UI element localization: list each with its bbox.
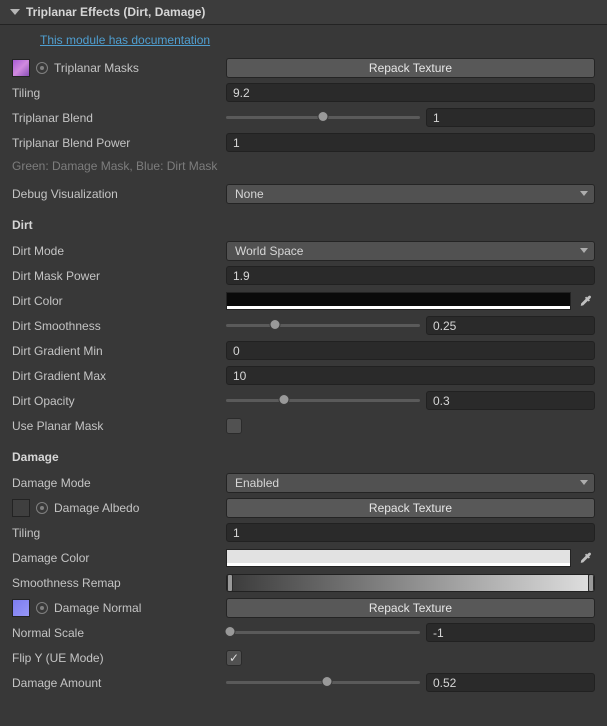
row-tiling: Tiling (12, 82, 595, 103)
dirt-smoothness-input[interactable] (426, 316, 595, 335)
row-damage-mode: Damage Mode Enabled (12, 472, 595, 493)
row-triplanar-masks: Triplanar Masks Repack Texture (12, 57, 595, 78)
row-dirt-mode: Dirt Mode World Space (12, 240, 595, 261)
smoothness-remap-label: Smoothness Remap (12, 576, 121, 590)
normal-scale-label: Normal Scale (12, 626, 84, 640)
row-damage-color: Damage Color (12, 547, 595, 568)
triplanar-blend-input[interactable] (426, 108, 595, 127)
triplanar-blend-power-label: Triplanar Blend Power (12, 136, 130, 150)
row-triplanar-blend: Triplanar Blend (12, 107, 595, 128)
use-planar-mask-label: Use Planar Mask (12, 419, 103, 433)
object-picker-icon[interactable] (36, 602, 48, 614)
tiling-label: Tiling (12, 86, 40, 100)
row-dirt-mask-power: Dirt Mask Power (12, 265, 595, 286)
dirt-mask-power-input[interactable] (226, 266, 595, 285)
row-dirt-opacity: Dirt Opacity (12, 390, 595, 411)
damage-normal-label: Damage Normal (54, 601, 141, 615)
eyedropper-icon (579, 551, 593, 565)
normal-scale-slider[interactable] (226, 623, 420, 643)
dirt-mask-power-label: Dirt Mask Power (12, 269, 100, 283)
debug-visualization-value: None (235, 187, 264, 201)
label-col: Triplanar Masks (12, 59, 226, 77)
damage-tiling-label: Tiling (12, 526, 40, 540)
row-dirt-gradient-max: Dirt Gradient Max (12, 365, 595, 386)
row-damage-normal: Damage Normal Repack Texture (12, 597, 595, 618)
triplanar-blend-slider[interactable] (226, 108, 420, 128)
damage-mode-select[interactable]: Enabled (226, 473, 595, 493)
row-triplanar-blend-power: Triplanar Blend Power (12, 132, 595, 153)
damage-mode-value: Enabled (235, 476, 279, 490)
dirt-mode-value: World Space (235, 244, 303, 258)
dirt-gradient-min-input[interactable] (226, 341, 595, 360)
section-damage-title: Damage (12, 450, 595, 464)
row-damage-albedo: Damage Albedo Repack Texture (12, 497, 595, 518)
triplanar-blend-power-input[interactable] (226, 133, 595, 152)
smoothness-remap-slider[interactable] (226, 574, 595, 592)
use-planar-mask-checkbox[interactable] (226, 418, 242, 434)
damage-color-label: Damage Color (12, 551, 89, 565)
panel-title: Triplanar Effects (Dirt, Damage) (26, 5, 205, 19)
remap-right-handle[interactable] (588, 574, 594, 592)
mask-hint-text: Green: Damage Mask, Blue: Dirt Mask (12, 159, 595, 173)
triplanar-effects-panel: Triplanar Effects (Dirt, Damage) This mo… (0, 0, 607, 707)
dirt-color-label: Dirt Color (12, 294, 63, 308)
panel-body: This module has documentation Triplanar … (0, 25, 607, 707)
dirt-opacity-slider[interactable] (226, 391, 420, 411)
triplanar-blend-label: Triplanar Blend (12, 111, 93, 125)
damage-amount-input[interactable] (426, 673, 595, 692)
row-normal-scale: Normal Scale (12, 622, 595, 643)
remap-left-handle[interactable] (227, 574, 233, 592)
row-dirt-gradient-min: Dirt Gradient Min (12, 340, 595, 361)
dirt-mode-label: Dirt Mode (12, 244, 64, 258)
flip-y-label: Flip Y (UE Mode) (12, 651, 104, 665)
damage-albedo-label: Damage Albedo (54, 501, 139, 515)
dirt-gradient-max-label: Dirt Gradient Max (12, 369, 106, 383)
damage-albedo-texture-swatch[interactable] (12, 499, 30, 517)
object-picker-icon[interactable] (36, 62, 48, 74)
object-picker-icon[interactable] (36, 502, 48, 514)
flip-y-checkbox[interactable] (226, 650, 242, 666)
tiling-input[interactable] (226, 83, 595, 102)
debug-visualization-label: Debug Visualization (12, 187, 118, 201)
row-dirt-smoothness: Dirt Smoothness (12, 315, 595, 336)
chevron-down-icon (580, 480, 588, 485)
damage-tiling-input[interactable] (226, 523, 595, 542)
documentation-link[interactable]: This module has documentation (40, 33, 595, 47)
row-flip-y: Flip Y (UE Mode) (12, 647, 595, 668)
damage-amount-label: Damage Amount (12, 676, 101, 690)
eyedropper-icon (579, 294, 593, 308)
dirt-opacity-label: Dirt Opacity (12, 394, 75, 408)
repack-texture-button-albedo[interactable]: Repack Texture (226, 498, 595, 518)
dirt-smoothness-label: Dirt Smoothness (12, 319, 101, 333)
dirt-opacity-input[interactable] (426, 391, 595, 410)
row-smoothness-remap: Smoothness Remap (12, 572, 595, 593)
repack-texture-button[interactable]: Repack Texture (226, 58, 595, 78)
dirt-mode-select[interactable]: World Space (226, 241, 595, 261)
dirt-color-field[interactable] (226, 292, 571, 310)
dirt-gradient-max-input[interactable] (226, 366, 595, 385)
row-dirt-color: Dirt Color (12, 290, 595, 311)
foldout-arrow-icon (10, 9, 20, 15)
normal-scale-input[interactable] (426, 623, 595, 642)
row-damage-tiling: Tiling (12, 522, 595, 543)
damage-amount-slider[interactable] (226, 673, 420, 693)
damage-normal-texture-swatch[interactable] (12, 599, 30, 617)
dirt-gradient-min-label: Dirt Gradient Min (12, 344, 103, 358)
debug-visualization-select[interactable]: None (226, 184, 595, 204)
chevron-down-icon (580, 248, 588, 253)
chevron-down-icon (580, 191, 588, 196)
repack-texture-button-normal[interactable]: Repack Texture (226, 598, 595, 618)
panel-header[interactable]: Triplanar Effects (Dirt, Damage) (0, 0, 607, 25)
triplanar-masks-label: Triplanar Masks (54, 61, 139, 75)
row-debug-visualization: Debug Visualization None (12, 183, 595, 204)
triplanar-masks-texture-swatch[interactable] (12, 59, 30, 77)
eyedropper-button[interactable] (577, 292, 595, 310)
section-dirt-title: Dirt (12, 218, 595, 232)
dirt-smoothness-slider[interactable] (226, 316, 420, 336)
row-damage-amount: Damage Amount (12, 672, 595, 693)
eyedropper-button[interactable] (577, 549, 595, 567)
damage-color-field[interactable] (226, 549, 571, 567)
row-use-planar-mask: Use Planar Mask (12, 415, 595, 436)
damage-mode-label: Damage Mode (12, 476, 91, 490)
